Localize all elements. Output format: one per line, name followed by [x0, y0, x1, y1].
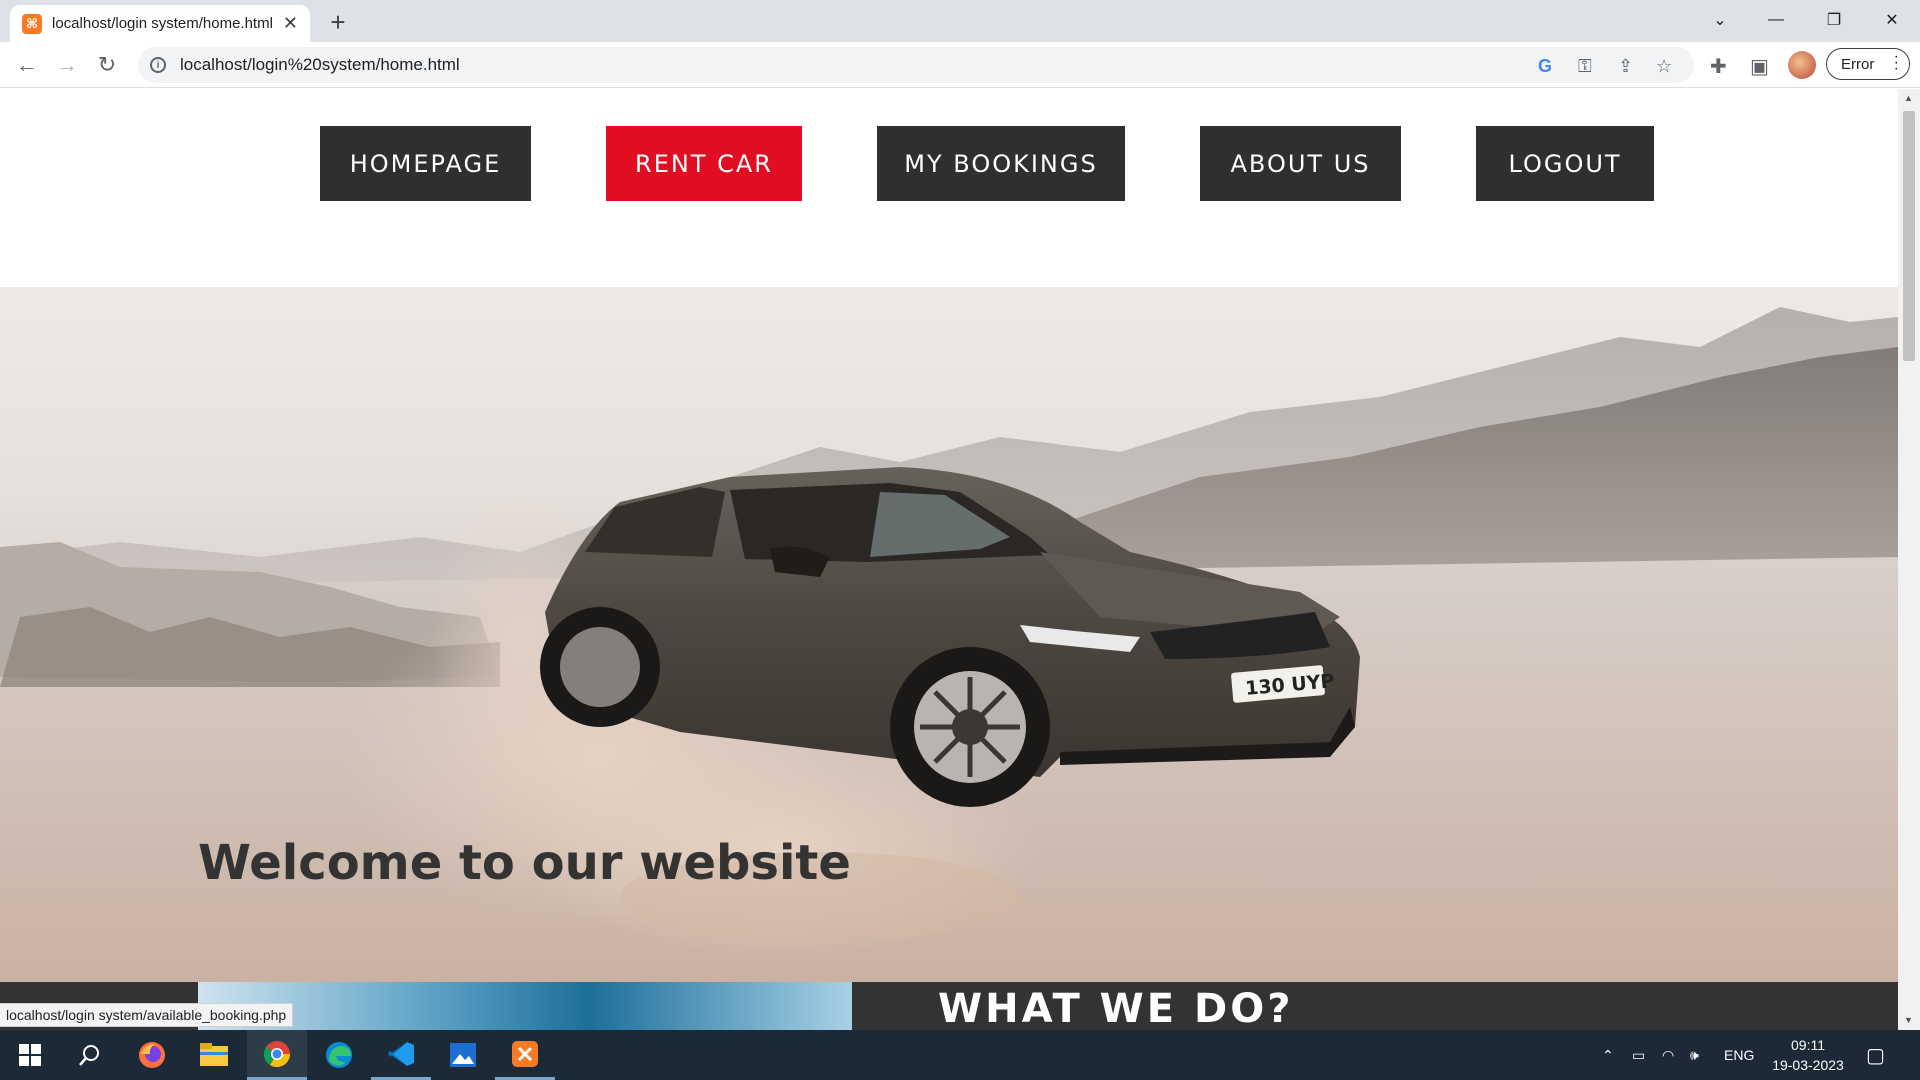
notifications-icon[interactable]: ▢: [1866, 1030, 1885, 1080]
google-lens-icon[interactable]: G: [1538, 56, 1552, 77]
clock-date: 19-03-2023: [1772, 1057, 1844, 1073]
new-tab-button[interactable]: +: [322, 6, 354, 38]
clock-time: 09:11: [1791, 1037, 1825, 1053]
reload-button[interactable]: ↻: [91, 49, 123, 81]
minimize-button[interactable]: —: [1748, 0, 1804, 40]
profile-avatar[interactable]: [1788, 51, 1816, 79]
nav-logout[interactable]: LOGOUT: [1476, 126, 1654, 201]
tab-search-chevron-icon[interactable]: ⌄: [1692, 0, 1748, 40]
restore-button[interactable]: ❐: [1806, 0, 1862, 40]
nav-homepage[interactable]: HOMEPAGE: [320, 126, 531, 201]
chrome-icon[interactable]: [247, 1030, 307, 1080]
back-button[interactable]: ←: [11, 49, 43, 81]
firefox-icon[interactable]: [122, 1030, 182, 1080]
side-panel-icon[interactable]: ▣: [1750, 54, 1769, 79]
site-nav: HOMEPAGE RENT CAR MY BOOKINGS ABOUT US L…: [0, 126, 1898, 201]
scroll-up-arrow-icon[interactable]: ▲: [1904, 93, 1913, 103]
page-viewport: HOMEPAGE RENT CAR MY BOOKINGS ABOUT US L…: [0, 89, 1898, 1030]
status-bar-link: localhost/login system/available_booking…: [0, 1003, 294, 1027]
search-icon[interactable]: [60, 1030, 120, 1080]
volume-icon[interactable]: 🕪: [1690, 1030, 1699, 1080]
welcome-heading: Welcome to our website: [198, 835, 851, 891]
windows-taskbar: ⌃ ▭ ◠ 🕪 ENG 09:11 19-03-2023 ▢: [0, 1030, 1920, 1080]
wifi-icon[interactable]: ◠: [1662, 1030, 1674, 1080]
close-tab-icon[interactable]: ✕: [283, 13, 298, 34]
bookmark-star-icon[interactable]: ☆: [1656, 56, 1672, 77]
file-explorer-icon[interactable]: [184, 1030, 244, 1080]
tab-title: localhost/login system/home.html: [52, 15, 272, 32]
url-text[interactable]: localhost/login%20system/home.html: [180, 55, 460, 75]
scroll-thumb[interactable]: [1903, 111, 1915, 361]
password-key-icon[interactable]: ⚿: [1578, 56, 1592, 77]
address-bar[interactable]: i localhost/login%20system/home.html G ⚿…: [138, 47, 1694, 83]
edge-icon[interactable]: [309, 1030, 369, 1080]
profile-error-label: Error: [1841, 55, 1875, 73]
extensions-puzzle-icon[interactable]: ✚: [1710, 54, 1727, 79]
start-icon[interactable]: [0, 1030, 60, 1080]
site-info-icon[interactable]: i: [150, 57, 166, 73]
vscode-icon[interactable]: [371, 1030, 431, 1080]
tab-strip: ⌘ localhost/login system/home.html ✕ + ⌄…: [0, 0, 1920, 42]
browser-tab[interactable]: ⌘ localhost/login system/home.html ✕: [10, 5, 310, 42]
show-hidden-icons-chevron-icon[interactable]: ⌃: [1602, 1030, 1614, 1080]
what-we-do-heading: WHAT WE DO?: [938, 986, 1293, 1030]
system-clock[interactable]: 09:11 19-03-2023: [1766, 1035, 1850, 1075]
xampp-icon[interactable]: [495, 1030, 555, 1080]
heading-light: WHAT: [938, 986, 1100, 1030]
photos-icon[interactable]: [433, 1030, 493, 1080]
nav-about-us[interactable]: ABOUT US: [1200, 126, 1401, 201]
heading-bold: WE DO?: [1099, 986, 1294, 1030]
language-indicator[interactable]: ENG: [1724, 1030, 1754, 1080]
browser-toolbar: ← → ↻ i localhost/login%20system/home.ht…: [0, 42, 1920, 88]
battery-icon[interactable]: ▭: [1632, 1030, 1645, 1080]
nav-rent-car[interactable]: RENT CAR: [606, 126, 802, 201]
section-image: [198, 982, 852, 1030]
forward-button[interactable]: →: [51, 49, 83, 81]
close-window-button[interactable]: ✕: [1864, 0, 1920, 40]
kebab-menu-icon[interactable]: · · ·: [1894, 49, 1899, 77]
share-icon[interactable]: ⇪: [1618, 56, 1633, 77]
hero-banner: 130 UYP Welcome to our website: [0, 287, 1898, 982]
xampp-favicon-icon: ⌘: [22, 13, 42, 34]
scroll-down-arrow-icon[interactable]: ▼: [1904, 1015, 1913, 1025]
page-scrollbar[interactable]: ▲ ▼: [1898, 89, 1920, 1030]
profile-error-button[interactable]: Error · · ·: [1826, 48, 1910, 80]
nav-my-bookings[interactable]: MY BOOKINGS: [877, 126, 1125, 201]
